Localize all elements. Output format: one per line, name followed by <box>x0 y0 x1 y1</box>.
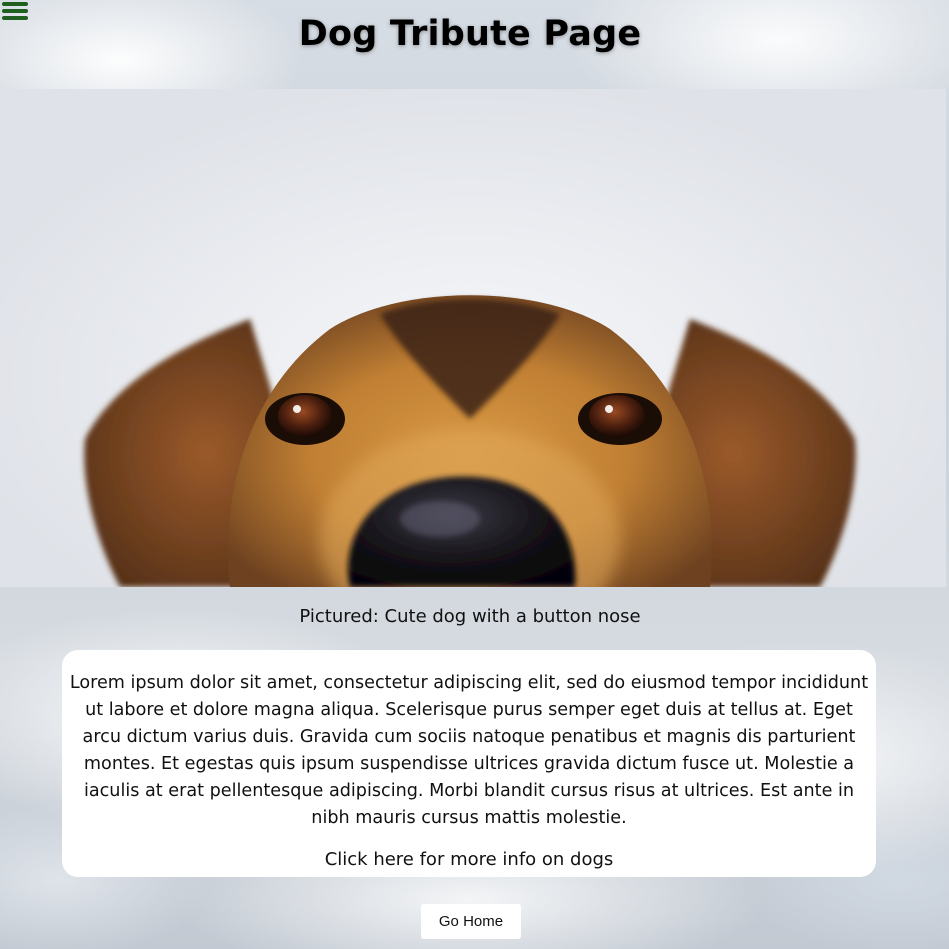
menu-bar-top <box>2 2 28 6</box>
info-paragraph: Lorem ipsum dolor sit amet, consectetur … <box>69 673 869 828</box>
hero-dog-image <box>0 89 946 587</box>
go-home-button[interactable]: Go Home <box>421 904 521 939</box>
menu-bar-middle <box>2 9 28 13</box>
image-caption: Pictured: Cute dog with a button nose <box>299 606 641 627</box>
page-title: Dog Tribute Page <box>298 14 642 54</box>
info-card: Lorem ipsum dolor sit amet, consectetur … <box>62 650 876 877</box>
more-info-link[interactable]: Click here for more info on dogs <box>66 849 872 870</box>
